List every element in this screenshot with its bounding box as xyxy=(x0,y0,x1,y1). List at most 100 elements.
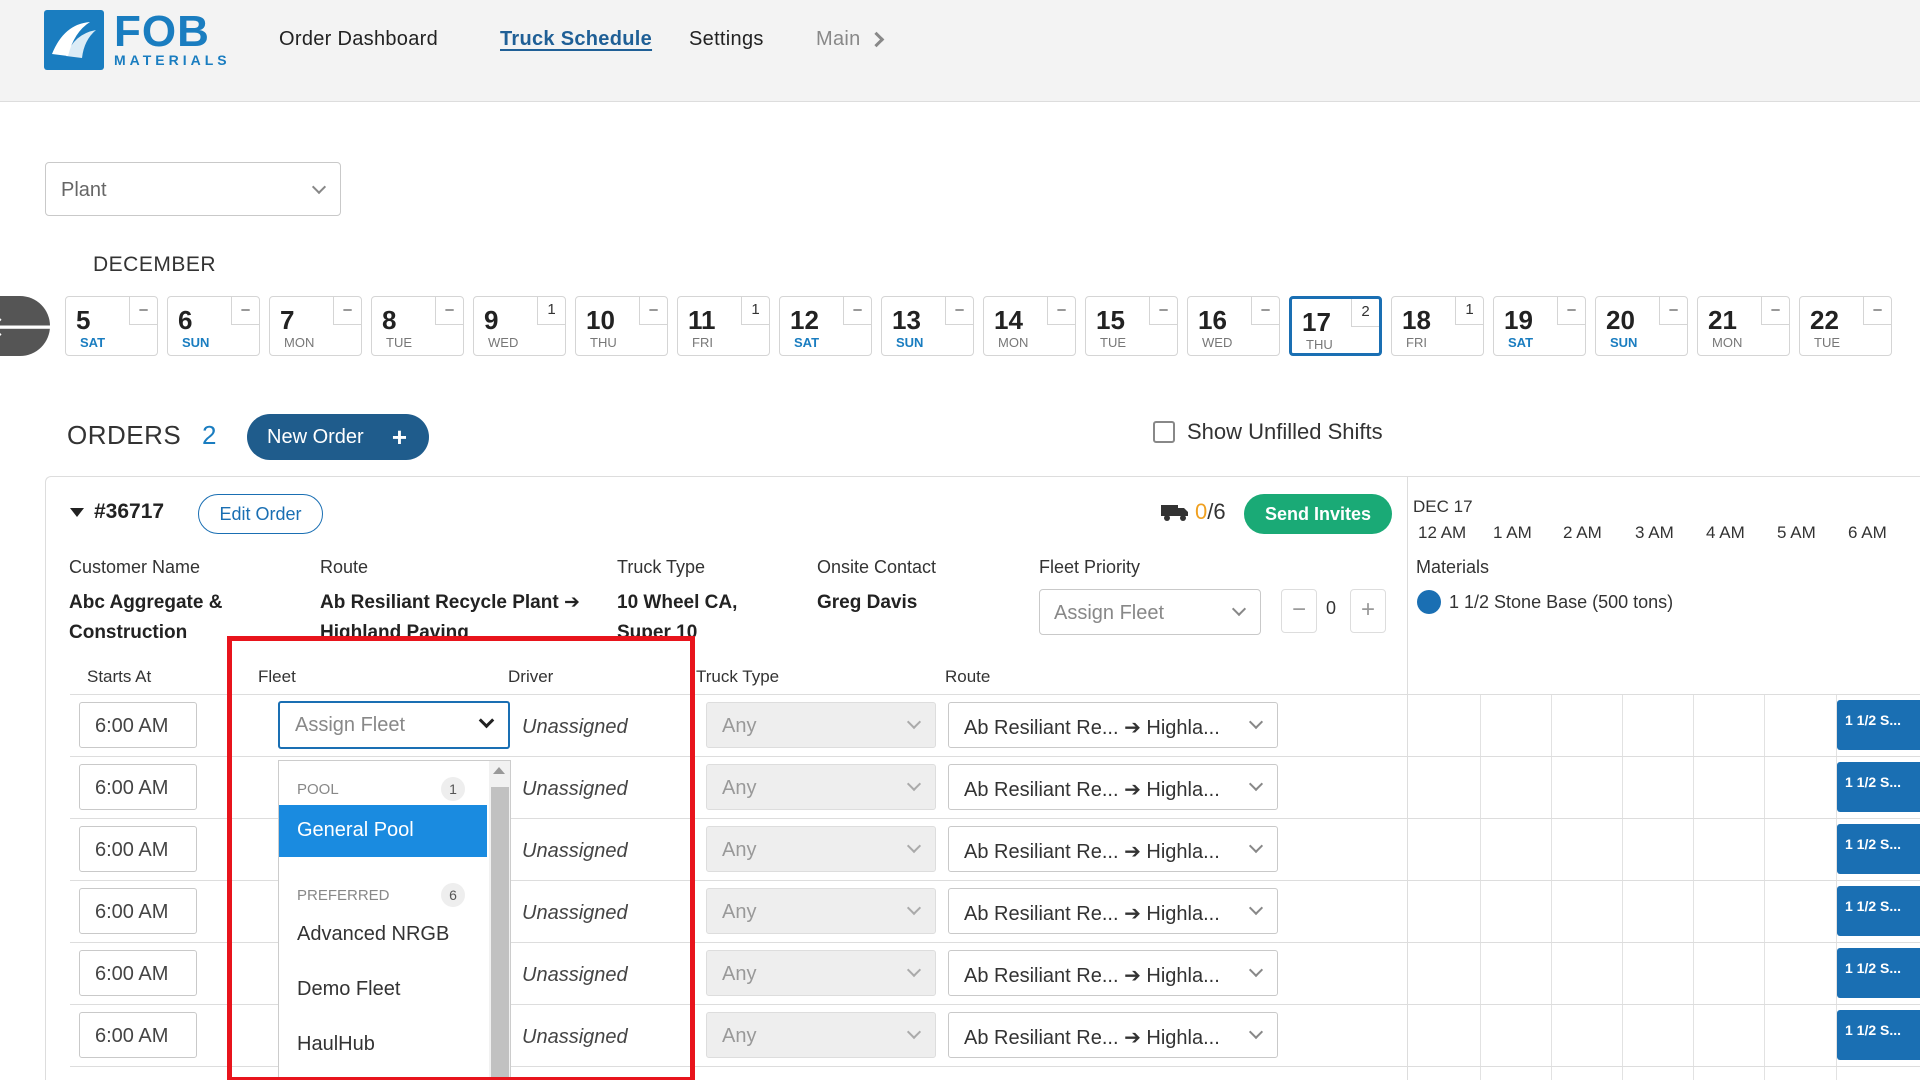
route-from: Ab Resiliant Re... xyxy=(964,779,1119,801)
shift-truck-type-select[interactable]: Any xyxy=(706,1012,936,1058)
shift-material-block[interactable]: 1 1/2 S... xyxy=(1837,700,1920,750)
shift-truck-type-select[interactable]: Any xyxy=(706,826,936,872)
date-weekday: WED xyxy=(488,335,519,350)
shift-material-block[interactable]: 1 1/2 S... xyxy=(1837,886,1920,936)
shift-route-select[interactable]: Ab Resiliant Re... ➔ Highla... xyxy=(948,764,1278,810)
timeline-hour: 6 AM xyxy=(1848,523,1887,542)
arrow-right-icon: ➔ xyxy=(1124,779,1141,801)
date-order-count: – xyxy=(639,297,667,325)
date-number: 20 xyxy=(1606,305,1635,335)
date-number: 13 xyxy=(892,305,921,335)
edit-order-button[interactable]: Edit Order xyxy=(198,494,323,534)
date-order-count: – xyxy=(435,297,463,325)
fob-logo[interactable]: FOB MATERIALS xyxy=(44,10,231,70)
date-16[interactable]: 16 WED – xyxy=(1187,296,1280,356)
fleet-priority-placeholder: Assign Fleet xyxy=(1054,602,1165,624)
date-6[interactable]: 6 SUN – xyxy=(167,296,260,356)
shift-route-select[interactable]: Ab Resiliant Re... ➔ Highla... xyxy=(948,1012,1278,1058)
nav-settings[interactable]: Settings xyxy=(689,28,764,51)
shift-start-input[interactable]: 6:00 AM xyxy=(79,888,197,934)
shift-material-block[interactable]: 1 1/2 S... xyxy=(1837,1010,1920,1060)
shift-material-block[interactable]: 1 1/2 S... xyxy=(1837,824,1920,874)
show-unfilled-toggle[interactable]: Show Unfilled Shifts xyxy=(1153,419,1383,445)
shift-route-select[interactable]: Ab Resiliant Re... ➔ Highla... xyxy=(948,950,1278,996)
date-weekday: MON xyxy=(284,335,315,350)
date-14[interactable]: 14 MON – xyxy=(983,296,1076,356)
date-10[interactable]: 10 THU – xyxy=(575,296,668,356)
show-unfilled-checkbox[interactable] xyxy=(1153,421,1175,443)
shift-route-select[interactable]: Ab Resiliant Re... ➔ Highla... xyxy=(948,702,1278,748)
nav-order-dashboard[interactable]: Order Dashboard xyxy=(279,28,438,51)
chevron-down-icon xyxy=(906,962,922,978)
date-7[interactable]: 7 MON – xyxy=(269,296,362,356)
timeline-grid-line xyxy=(1480,694,1481,1080)
shift-truck-type-select[interactable]: Any xyxy=(706,950,936,996)
arrow-left-icon: 🡐 xyxy=(0,311,63,342)
date-number: 22 xyxy=(1810,305,1839,335)
priority-increment-button[interactable]: + xyxy=(1350,589,1386,633)
route-from: Ab Resiliant Re... xyxy=(964,965,1119,987)
send-invites-button[interactable]: Send Invites xyxy=(1244,494,1392,534)
date-19[interactable]: 19 SAT – xyxy=(1493,296,1586,356)
timeline-grid-line xyxy=(1551,694,1552,1080)
material-name: 1 1/2 Stone Base (500 tons) xyxy=(1449,591,1674,612)
timeline-hour: 3 AM xyxy=(1635,523,1674,542)
chevron-down-icon xyxy=(1248,962,1264,978)
date-order-count: – xyxy=(333,297,361,325)
timeline-hour: 12 AM xyxy=(1418,523,1467,542)
date-20[interactable]: 20 SUN – xyxy=(1595,296,1688,356)
shift-material-block[interactable]: 1 1/2 S... xyxy=(1837,762,1920,812)
shift-start-input[interactable]: 6:00 AM xyxy=(79,702,197,748)
orders-count: 2 xyxy=(202,420,217,450)
shift-truck-type-select[interactable]: Any xyxy=(706,764,936,810)
shift-start-input[interactable]: 6:00 AM xyxy=(79,826,197,872)
date-18[interactable]: 18 FRI 1 xyxy=(1391,296,1484,356)
top-header: FOB MATERIALS Order Dashboard Truck Sche… xyxy=(0,0,1920,102)
date-13[interactable]: 13 SUN – xyxy=(881,296,974,356)
date-weekday: TUE xyxy=(1100,335,1126,350)
date-weekday: SAT xyxy=(80,335,106,350)
shift-start-input[interactable]: 6:00 AM xyxy=(79,764,197,810)
shift-route-select[interactable]: Ab Resiliant Re... ➔ Highla... xyxy=(948,826,1278,872)
shift-truck-type-select[interactable]: Any xyxy=(706,702,936,748)
date-5[interactable]: 5 SAT – xyxy=(65,296,158,356)
arrow-right-icon: ➔ xyxy=(563,592,580,613)
date-order-count: – xyxy=(1251,297,1279,325)
date-22[interactable]: 22 TUE – xyxy=(1799,296,1892,356)
timeline-hour: 4 AM xyxy=(1706,523,1745,542)
date-12[interactable]: 12 SAT – xyxy=(779,296,872,356)
nav-main[interactable]: Main xyxy=(816,28,884,51)
shift-start-input[interactable]: 6:00 AM xyxy=(79,1012,197,1058)
date-21[interactable]: 21 MON – xyxy=(1697,296,1790,356)
route-to: Highla... xyxy=(1146,841,1220,863)
shift-route-select[interactable]: Ab Resiliant Re... ➔ Highla... xyxy=(948,888,1278,934)
date-number: 15 xyxy=(1096,305,1125,335)
date-order-count: 1 xyxy=(1455,297,1483,325)
priority-decrement-button[interactable]: − xyxy=(1281,589,1317,633)
order-toggle[interactable]: #36717 xyxy=(70,500,164,524)
shift-material-block[interactable]: 1 1/2 S... xyxy=(1837,948,1920,998)
date-order-count: – xyxy=(1557,297,1585,325)
orders-title: ORDERS xyxy=(67,420,182,450)
date-9[interactable]: 9 WED 1 xyxy=(473,296,566,356)
date-order-count: – xyxy=(1863,297,1891,325)
plant-select[interactable]: Plant xyxy=(45,162,341,216)
nav-truck-schedule[interactable]: Truck Schedule xyxy=(500,28,652,51)
date-15[interactable]: 15 TUE – xyxy=(1085,296,1178,356)
new-order-button[interactable]: New Order + xyxy=(247,414,429,460)
route-value: Ab Resiliant Recycle Plant ➔ Highland Pa… xyxy=(320,592,580,640)
shift-truck-type-select[interactable]: Any xyxy=(706,888,936,934)
date-order-count: – xyxy=(1047,297,1075,325)
shift-start-input[interactable]: 6:00 AM xyxy=(79,950,197,996)
onsite-contact-value: Greg Davis xyxy=(817,592,918,613)
date-11[interactable]: 11 FRI 1 xyxy=(677,296,770,356)
truck-type-value: Any xyxy=(722,1025,757,1047)
prev-dates-button[interactable]: 🡐 xyxy=(0,296,63,356)
date-8[interactable]: 8 TUE – xyxy=(371,296,464,356)
date-weekday: THU xyxy=(1306,337,1333,352)
date-order-count: – xyxy=(1761,297,1789,325)
date-17[interactable]: 17 THU 2 xyxy=(1289,296,1382,356)
fleet-priority-label: Fleet Priority xyxy=(1039,557,1141,577)
route-to: Highla... xyxy=(1146,779,1220,801)
fleet-priority-select[interactable]: Assign Fleet xyxy=(1039,589,1261,635)
